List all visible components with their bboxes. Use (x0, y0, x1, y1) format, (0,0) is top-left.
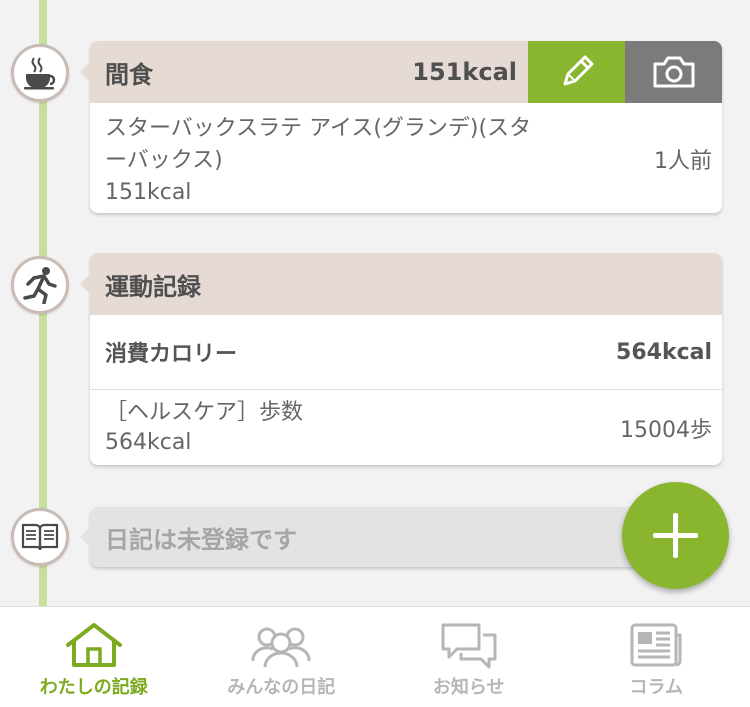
meal-card[interactable]: 間食 151kcal スターバックスラテ アイス(グランデ)(スターバックス) … (80, 41, 722, 213)
edit-meal-button[interactable] (528, 41, 625, 103)
exercise-card[interactable]: 運動記録 消費カロリー 564kcal ［ヘルスケア］歩数 564kcal 15… (80, 253, 722, 465)
meal-item-name: スターバックスラテ アイス(グランデ)(スターバックス) (105, 116, 532, 173)
meal-node (11, 44, 69, 102)
tab-bar: わたしの記録 みんなの日記 お知らせ コラム (0, 606, 750, 707)
tab-my-records[interactable]: わたしの記録 (0, 607, 188, 707)
meal-title: 間食 (105, 60, 153, 89)
open-book-icon (21, 523, 59, 551)
running-person-icon (23, 267, 57, 304)
meal-header: 間食 151kcal (80, 41, 722, 103)
exercise-item[interactable]: ［ヘルスケア］歩数 564kcal 15004歩 (90, 390, 722, 465)
exercise-title: 運動記録 (105, 272, 201, 301)
diary-node (11, 508, 69, 566)
tab-label: コラム (629, 677, 683, 698)
exercise-header: 運動記録 (80, 253, 722, 315)
consumed-calories-label: 消費カロリー (105, 342, 238, 367)
tab-column[interactable]: コラム (563, 607, 750, 707)
home-icon (65, 623, 122, 667)
camera-icon (653, 56, 694, 88)
exercise-item-kcal: 564kcal (105, 430, 192, 455)
tab-label: お知らせ (432, 677, 505, 698)
tab-label: わたしの記録 (39, 677, 148, 698)
exercise-item-steps: 15004歩 (620, 418, 712, 443)
pencil-icon (563, 55, 593, 86)
newspaper-icon (630, 623, 682, 667)
meal-item[interactable]: スターバックスラテ アイス(グランデ)(スターバックス) 151kcal 1人前 (90, 103, 722, 213)
tab-notices[interactable]: お知らせ (375, 607, 563, 707)
exercise-item-name: ［ヘルスケア］歩数 (105, 400, 304, 425)
tab-label: みんなの日記 (227, 677, 336, 698)
speech-bubble-icon (441, 623, 497, 669)
tab-everyone-diary[interactable]: みんなの日記 (188, 607, 376, 707)
camera-button[interactable] (625, 41, 722, 103)
consumed-calories-row: 消費カロリー 564kcal (90, 315, 722, 390)
coffee-cup-icon (24, 57, 56, 90)
people-icon (251, 627, 311, 668)
consumed-calories-value: 564kcal (616, 339, 712, 365)
diary-placeholder: 日記は未登録です (105, 525, 297, 554)
meal-kcal: 151kcal (412, 58, 517, 86)
meal-item-serving: 1人前 (654, 149, 712, 174)
add-record-button[interactable] (622, 482, 729, 589)
exercise-node (11, 256, 69, 314)
meal-item-kcal: 151kcal (105, 180, 192, 205)
